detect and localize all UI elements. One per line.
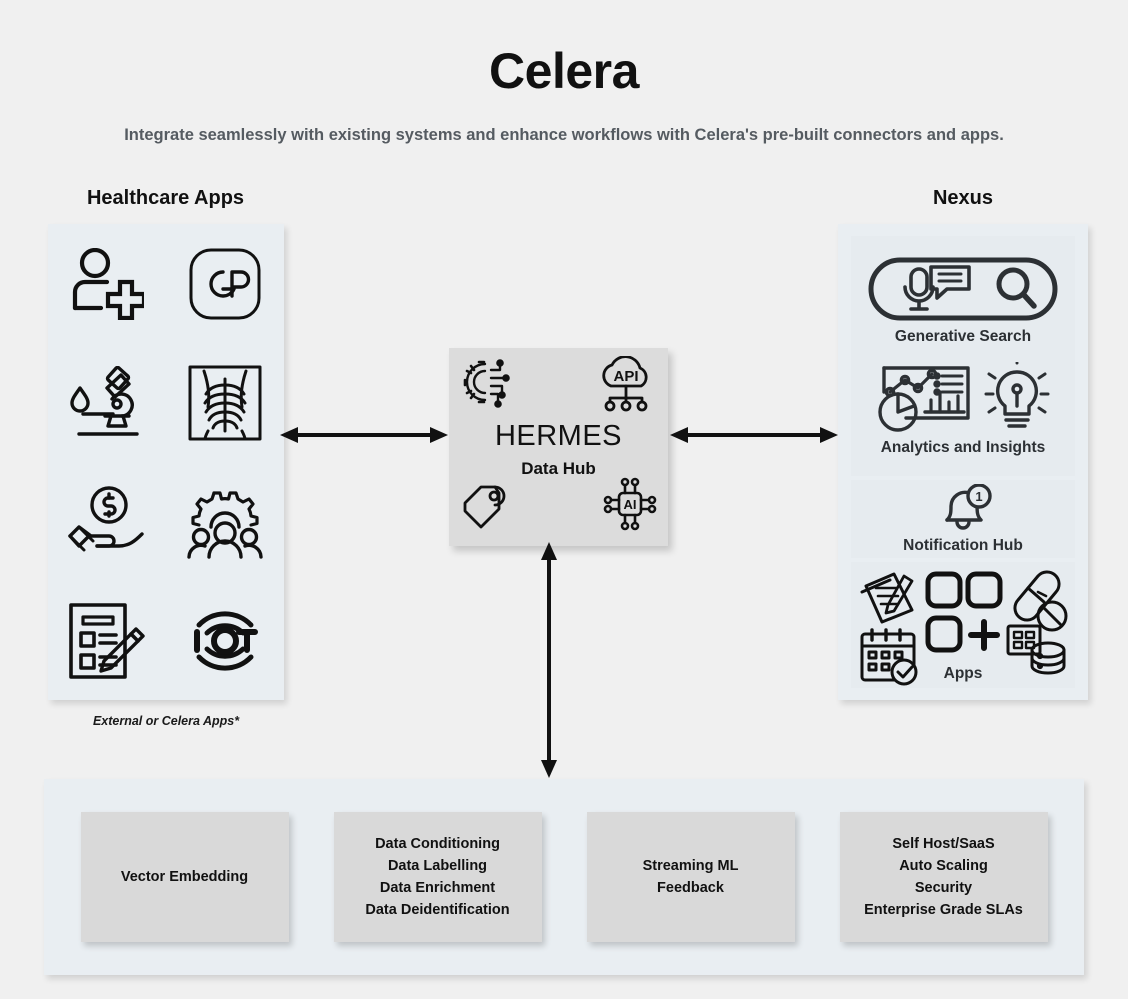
platform-box-line: Feedback <box>657 880 724 896</box>
hub-title: HERMES <box>494 420 623 452</box>
platform-box-line: Self Host/SaaS <box>892 835 995 852</box>
lightbulb-insight-icon <box>982 361 1052 439</box>
arrow-healthcare-to-hub <box>278 420 450 455</box>
healthcare-apps-caption: External or Celera Apps* <box>92 714 240 728</box>
platform-capabilities-panel: Vector Embedding Data Conditioning Data … <box>44 779 1084 975</box>
platform-box-line: Data Enrichment <box>379 880 496 896</box>
healthcare-icon-cell[interactable] <box>67 601 147 681</box>
nexus-card-notification-hub[interactable]: 1 Notification Hub <box>851 480 1075 558</box>
healthcare-icon-cell[interactable] <box>70 247 144 320</box>
hub-subtitle: Data Hub <box>521 459 596 478</box>
bell-notification-icon: 1 <box>927 482 999 537</box>
generative-search-block[interactable]: Generative Search <box>867 255 1059 346</box>
healthcare-icon-cell[interactable] <box>67 365 147 440</box>
billing-hand-coin-icon <box>66 485 148 558</box>
platform-box-line: Data Deidentification <box>365 902 510 919</box>
svg-text:AI: AI <box>624 497 637 512</box>
platform-box-line: Auto Scaling <box>899 857 988 874</box>
iot-icon <box>185 601 265 681</box>
analytics-dashboard-icon <box>874 362 972 439</box>
microscope-lab-icon <box>67 365 147 440</box>
platform-box-streaming-ml[interactable]: Streaming ML Feedback <box>586 812 795 942</box>
hermes-data-hub[interactable]: API AI HERMES Data Hub <box>449 348 668 546</box>
tag-label-icon <box>461 483 513 536</box>
arrow-hub-to-nexus <box>668 420 840 455</box>
platform-box-line: Enterprise Grade SLAs <box>864 902 1023 919</box>
platform-box-line: Data Conditioning <box>375 835 500 852</box>
healthcare-icon-cell[interactable] <box>185 485 265 559</box>
arrow-hub-to-platform <box>534 540 564 785</box>
patient-add-icon <box>70 247 144 320</box>
platform-box-line: Vector Embedding <box>120 868 249 885</box>
healthcare-apps-panel <box>48 224 284 700</box>
nexus-panel: Generative Search Analytics and Insights… <box>838 224 1088 700</box>
platform-box-vector-embedding[interactable]: Vector Embedding <box>80 812 289 942</box>
pills-medication-icon <box>1012 569 1067 631</box>
notification-hub-label: Notification Hub <box>903 536 1023 554</box>
mic-speech-search-bar-icon <box>867 255 1059 328</box>
integration-gear-circuit-icon <box>461 358 513 415</box>
generative-search-label: Generative Search <box>894 328 1032 345</box>
healthcare-icon-cell[interactable] <box>187 246 263 322</box>
calendar-check-icon <box>860 627 917 685</box>
svg-text:API: API <box>613 368 638 385</box>
healthcare-icon-cell[interactable] <box>186 363 264 443</box>
platform-box-deployment-security[interactable]: Self Host/SaaS Auto Scaling Security Ent… <box>839 812 1048 942</box>
analytics-icon-row <box>874 361 1052 439</box>
analytics-insights-label: Analytics and Insights <box>880 439 1046 456</box>
page-title: Celera <box>489 43 639 99</box>
ai-chip-icon: AI <box>600 475 660 538</box>
api-cloud-icon: API <box>594 355 658 419</box>
notification-badge-count: 1 <box>975 489 982 504</box>
gp-badge-icon <box>187 246 263 322</box>
notes-pencil-icon <box>860 572 913 623</box>
database-icon <box>1006 624 1065 674</box>
app-grid-plus-icon <box>925 571 1002 652</box>
platform-box-line: Security <box>914 880 973 896</box>
healthcare-apps-heading: Healthcare Apps <box>86 187 245 209</box>
nexus-heading: Nexus <box>932 187 994 209</box>
healthcare-icon-cell[interactable] <box>185 601 265 681</box>
nexus-card-search-analytics[interactable]: Generative Search Analytics and Insights <box>851 236 1075 476</box>
platform-box-data-processing[interactable]: Data Conditioning Data Labelling Data En… <box>333 812 542 942</box>
healthcare-icon-cell[interactable] <box>66 485 148 558</box>
population-health-gear-people-icon <box>185 485 265 559</box>
healthcare-apps-grid <box>48 224 284 700</box>
clipboard-form-pencil-icon <box>67 601 147 681</box>
page-subtitle: Integrate seamlessly with existing syste… <box>124 126 1004 144</box>
xray-imaging-icon <box>186 363 264 443</box>
analytics-insights-block[interactable]: Analytics and Insights <box>874 361 1052 457</box>
platform-box-line: Streaming ML <box>642 857 739 874</box>
platform-boxes-row: Vector Embedding Data Conditioning Data … <box>44 779 1084 975</box>
apps-label: Apps <box>943 664 983 682</box>
nexus-card-apps[interactable]: Apps <box>851 562 1075 688</box>
platform-box-line: Data Labelling <box>387 857 488 874</box>
